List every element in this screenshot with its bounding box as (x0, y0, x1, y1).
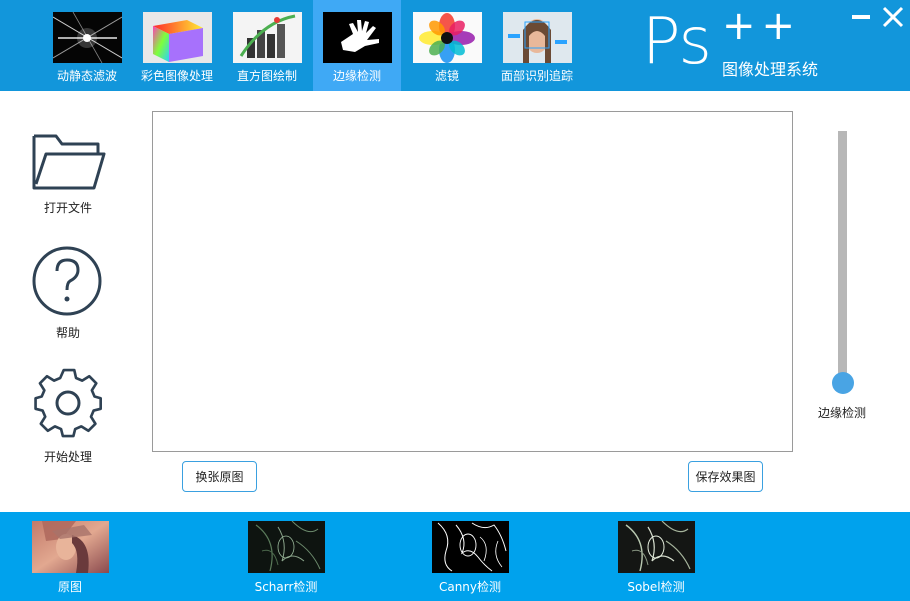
top-navigation-bar: 动静态滤波 彩色图像处理 直方图绘制 边缘检测 滤镜 面部识别追踪 Ps ++ … (0, 0, 910, 91)
tab-filters[interactable]: 滤镜 (403, 0, 491, 91)
logo-plus: ++ (722, 3, 802, 49)
tab-label: 面部识别追踪 (500, 69, 573, 83)
gear-icon (28, 366, 108, 442)
result-thumbnail-original[interactable] (32, 521, 109, 573)
tool-label: 开始处理 (43, 450, 92, 464)
tool-label: 打开文件 (43, 201, 92, 215)
result-label: Canny检测 (438, 580, 502, 594)
result-label: Scharr检测 (254, 580, 318, 594)
result-label: 原图 (57, 580, 82, 594)
face-tracking-thumbnail (503, 12, 572, 63)
help-icon (28, 244, 108, 320)
edge-threshold-slider-track[interactable] (838, 131, 847, 383)
logo-subtitle: 图像处理系统 (722, 60, 819, 79)
logo-text: Ps (642, 5, 712, 79)
histogram-thumbnail (233, 12, 302, 63)
folder-icon (28, 128, 108, 204)
tab-histogram[interactable]: 直方图绘制 (223, 0, 311, 91)
color-flower-thumbnail (413, 12, 482, 63)
result-thumbnail-canny[interactable] (432, 521, 509, 573)
slider-label: 边缘检测 (817, 406, 866, 420)
result-thumbnail-sobel[interactable] (618, 521, 695, 573)
tab-edge-detection[interactable]: 边缘检测 (313, 0, 401, 91)
minimize-icon[interactable] (848, 4, 874, 30)
save-result-button[interactable]: 保存效果图 (688, 461, 763, 492)
tab-face-tracking[interactable]: 面部识别追踪 (493, 0, 581, 91)
color-cube-thumbnail (143, 12, 212, 63)
result-thumbnail-scharr[interactable] (248, 521, 325, 573)
tool-label: 帮助 (55, 326, 80, 340)
light-rays-thumbnail (53, 12, 122, 63)
tab-dynamic-static-filter[interactable]: 动静态滤波 (43, 0, 131, 91)
results-strip: 原图 Scharr检测 Canny检测 Sobel检测 (0, 512, 910, 601)
swap-original-button[interactable]: 换张原图 (182, 461, 257, 492)
tab-color-image-processing[interactable]: 彩色图像处理 (133, 0, 221, 91)
edge-threshold-slider-handle[interactable] (832, 372, 854, 394)
image-preview-area (152, 111, 793, 452)
hand-edge-thumbnail (323, 12, 392, 63)
result-label: Sobel检测 (627, 580, 685, 594)
app-logo: Ps ++ 图像处理系统 (642, 3, 842, 86)
close-icon[interactable] (880, 4, 906, 30)
